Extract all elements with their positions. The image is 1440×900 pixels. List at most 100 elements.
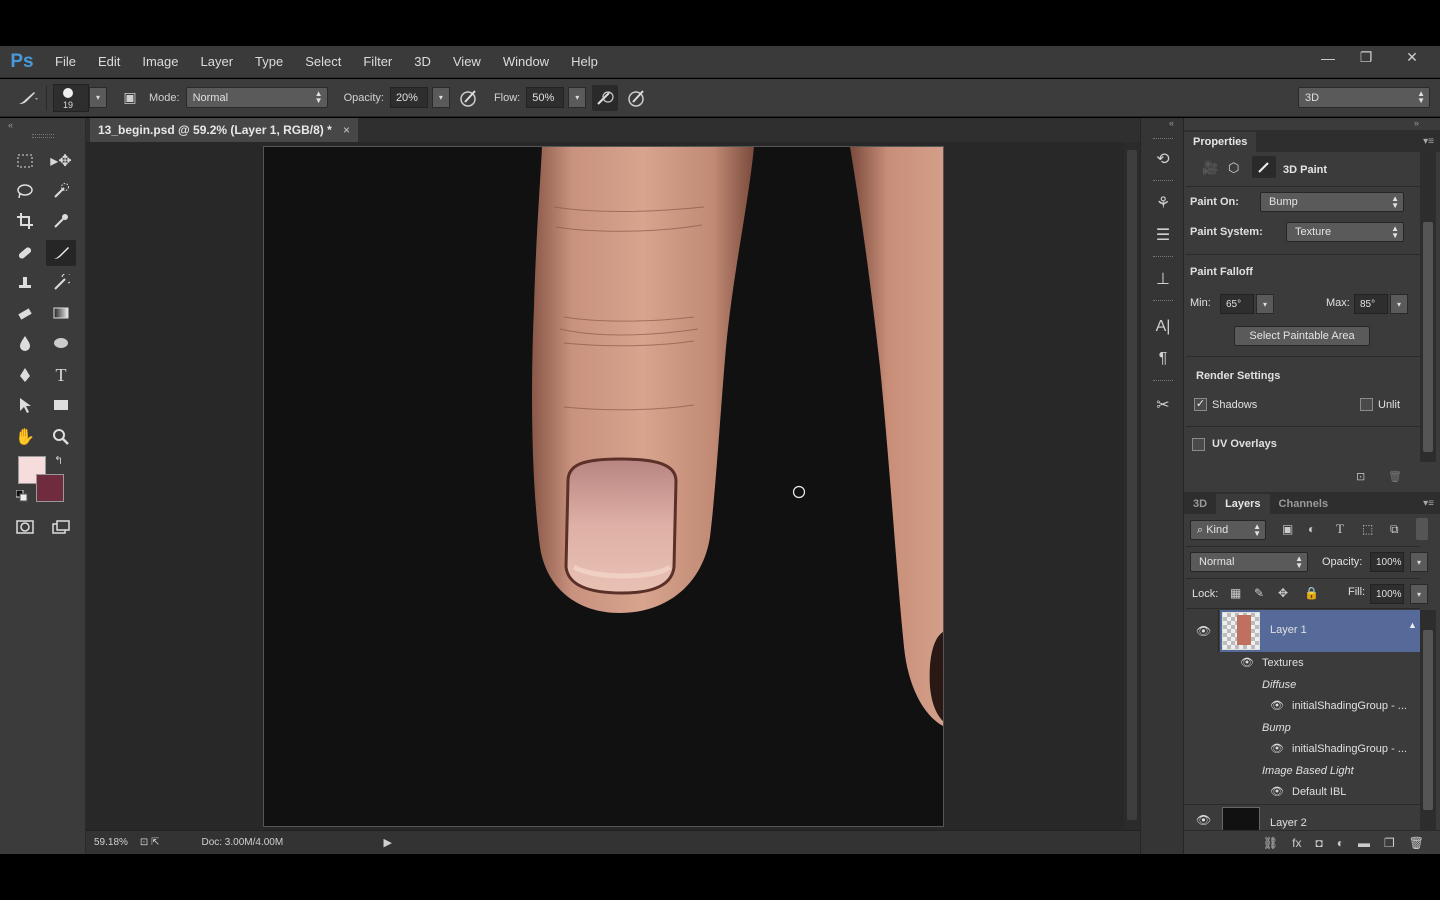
- filter-adjustment-icon[interactable]: ◐: [1308, 522, 1315, 536]
- type-tool-icon[interactable]: T: [46, 362, 76, 388]
- adjustment-layer-icon[interactable]: ◐: [1337, 836, 1344, 850]
- delete-layer-icon[interactable]: 🗑: [1409, 836, 1424, 850]
- canvas-vertical-scrollbar[interactable]: [1124, 142, 1140, 830]
- visibility-eye-icon[interactable]: 👁: [1196, 624, 1211, 638]
- maximize-button[interactable]: ❐: [1348, 46, 1384, 70]
- close-document-icon[interactable]: ×: [343, 118, 350, 142]
- tab-layers[interactable]: Layers: [1216, 494, 1270, 514]
- airbrush-icon[interactable]: [592, 84, 619, 111]
- list-item[interactable]: Image Based Light: [1184, 762, 1420, 782]
- new-group-icon[interactable]: ▬: [1358, 836, 1370, 850]
- opacity-input[interactable]: 20%: [389, 87, 428, 108]
- menu-help[interactable]: Help: [560, 46, 609, 78]
- filter-pixel-icon[interactable]: ▣: [1282, 522, 1293, 536]
- brush-panel-toggle-icon[interactable]: ▣: [117, 85, 143, 111]
- healing-brush-tool-icon[interactable]: [10, 240, 40, 266]
- properties-trash-icon[interactable]: 🗑: [1388, 470, 1402, 483]
- status-icons[interactable]: ⊡ ⇱: [140, 837, 160, 848]
- layer-filter-kind-select[interactable]: ⌕ Kind ▲ ▼: [1190, 520, 1266, 540]
- crop-tool-icon[interactable]: [10, 208, 40, 234]
- brush-size-dropdown[interactable]: ▾: [89, 87, 107, 108]
- visibility-eye-icon[interactable]: 👁: [1196, 813, 1211, 827]
- collapse-panel-icon[interactable]: «: [8, 120, 13, 130]
- layer-fill-input[interactable]: 100%: [1370, 584, 1404, 604]
- layer-fill-dropdown[interactable]: ▾: [1410, 584, 1428, 604]
- lock-image-icon[interactable]: ✎: [1254, 586, 1264, 600]
- menu-file[interactable]: File: [44, 46, 87, 78]
- document-tab[interactable]: 13_begin.psd @ 59.2% (Layer 1, RGB/8) * …: [90, 118, 358, 142]
- falloff-min-input[interactable]: 65°: [1220, 294, 1254, 314]
- filter-shape-icon[interactable]: ⬚: [1362, 522, 1373, 536]
- zoom-tool-icon[interactable]: [46, 424, 76, 450]
- shadows-checkbox[interactable]: ✓: [1194, 398, 1207, 411]
- eraser-tool-icon[interactable]: [10, 300, 40, 326]
- path-selection-tool-icon[interactable]: [10, 392, 40, 418]
- layer-opacity-dropdown[interactable]: ▾: [1410, 552, 1428, 572]
- rectangle-tool-icon[interactable]: [46, 392, 76, 418]
- opacity-dropdown[interactable]: ▾: [431, 87, 450, 108]
- 3d-paint-icon[interactable]: [1252, 156, 1276, 178]
- menu-select[interactable]: Select: [294, 46, 352, 78]
- default-colors-icon[interactable]: [15, 489, 28, 502]
- tab-3d[interactable]: 3D: [1184, 494, 1216, 514]
- history-brush-tool-icon[interactable]: [46, 270, 76, 296]
- pen-tool-icon[interactable]: [10, 362, 40, 388]
- paint-system-select[interactable]: Texture ▲ ▼: [1286, 222, 1404, 242]
- zoom-level[interactable]: 59.18%: [94, 837, 128, 848]
- collapse-strip-icon[interactable]: «: [1169, 118, 1174, 128]
- menu-window[interactable]: Window: [492, 46, 560, 78]
- menu-image[interactable]: Image: [131, 46, 189, 78]
- properties-footer-icon[interactable]: ⊡: [1356, 470, 1365, 483]
- marquee-tool-icon[interactable]: [10, 148, 40, 174]
- falloff-max-dropdown[interactable]: ▾: [1390, 294, 1408, 314]
- falloff-max-input[interactable]: 85°: [1354, 294, 1388, 314]
- canvas-workarea[interactable]: [86, 142, 1124, 830]
- list-item[interactable]: 👁 initialShadingGroup - ...: [1184, 740, 1420, 760]
- lock-transparent-icon[interactable]: ▦: [1230, 586, 1241, 600]
- visibility-eye-icon[interactable]: 👁: [1270, 699, 1284, 712]
- properties-scrollbar[interactable]: [1420, 152, 1436, 462]
- history-panel-icon[interactable]: ⟲: [1149, 146, 1177, 172]
- filter-type-icon[interactable]: T: [1336, 521, 1344, 537]
- workspace-select[interactable]: 3D ▲ ▼: [1298, 87, 1430, 108]
- clone-source-icon[interactable]: ⊥: [1149, 266, 1177, 292]
- layer-blend-mode-select[interactable]: Normal ▲ ▼: [1190, 552, 1308, 572]
- list-item[interactable]: 👁 initialShadingGroup - ...: [1184, 697, 1420, 717]
- menu-3d[interactable]: 3D: [403, 46, 442, 78]
- screen-mode-icon[interactable]: [46, 514, 76, 540]
- visibility-eye-icon[interactable]: 👁: [1270, 742, 1284, 755]
- menu-layer[interactable]: Layer: [190, 46, 245, 78]
- list-item[interactable]: Bump: [1184, 719, 1420, 739]
- layer-opacity-input[interactable]: 100%: [1370, 552, 1404, 572]
- sponge-tool-icon[interactable]: [46, 330, 76, 356]
- menu-type[interactable]: Type: [244, 46, 294, 78]
- brush-size-picker[interactable]: 19: [53, 83, 89, 112]
- layers-scrollbar[interactable]: [1420, 610, 1436, 830]
- pressure-size-icon[interactable]: [624, 85, 650, 111]
- list-item[interactable]: 👁 Textures: [1184, 654, 1420, 674]
- collapse-dock-icon[interactable]: »: [1414, 118, 1419, 128]
- move-tool-icon[interactable]: ▸✥: [46, 148, 76, 174]
- gradient-tool-icon[interactable]: [46, 300, 76, 326]
- add-mask-icon[interactable]: ◘: [1316, 836, 1323, 850]
- clone-stamp-tool-icon[interactable]: [10, 270, 40, 296]
- menu-view[interactable]: View: [442, 46, 492, 78]
- unlit-checkbox[interactable]: [1360, 398, 1373, 411]
- menu-edit[interactable]: Edit: [87, 46, 131, 78]
- list-item[interactable]: Diffuse: [1184, 676, 1420, 696]
- layer-expand-icon[interactable]: ▲: [1408, 620, 1417, 630]
- flow-input[interactable]: 50%: [526, 87, 565, 108]
- hand-tool-icon[interactable]: ✋: [10, 424, 40, 450]
- lock-position-icon[interactable]: ✥: [1278, 586, 1288, 600]
- panel-grip-icon[interactable]: [1153, 380, 1173, 383]
- layer-row[interactable]: 👁 Layer 2: [1184, 804, 1420, 830]
- quick-selection-tool-icon[interactable]: [46, 178, 76, 204]
- select-paintable-area-button[interactable]: Select Paintable Area: [1234, 326, 1370, 346]
- layers-panel-menu-icon[interactable]: ▾≡: [1423, 494, 1434, 514]
- flow-dropdown[interactable]: ▾: [568, 87, 587, 108]
- brush-panel-icon[interactable]: ⚘: [1149, 190, 1177, 216]
- panel-grip-icon[interactable]: [1153, 138, 1173, 141]
- 3d-camera-icon[interactable]: 🎥: [1202, 160, 1218, 176]
- layer-style-icon[interactable]: fx: [1292, 836, 1301, 850]
- menu-filter[interactable]: Filter: [352, 46, 403, 78]
